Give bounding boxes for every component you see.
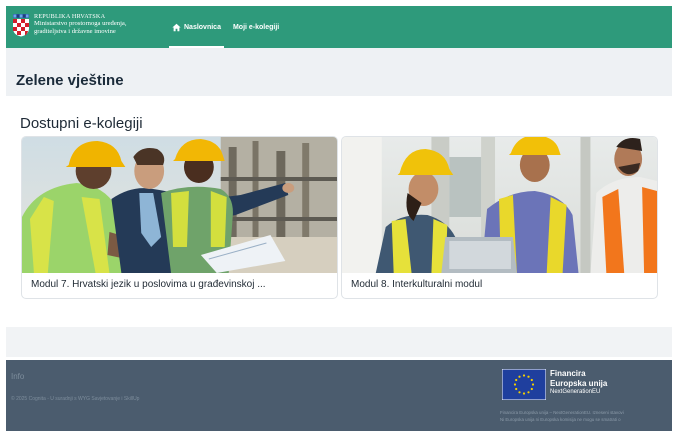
eu-disclaimer-line1: Financira Europska unija – NextGeneratio… <box>500 410 624 415</box>
brand-ministry-line2: graditeljstva i državne imovine <box>34 27 116 35</box>
footer-info-heading: Info <box>11 372 25 381</box>
course-title: Modul 7. Hrvatski jezik u poslovima u gr… <box>31 279 266 290</box>
nav-item-home[interactable]: Naslovnica <box>166 6 227 48</box>
eu-label-line2: Europska unija <box>550 378 608 388</box>
eu-disclaimer: Financira Europska unija – NextGeneratio… <box>500 410 624 423</box>
page-header: Zelene vještine <box>6 48 672 96</box>
eu-label-line3: NextGenerationEU <box>550 389 601 395</box>
page-title: Zelene vještine <box>16 72 124 89</box>
section-title: Dostupni e-kolegiji <box>20 115 143 132</box>
footer: Info © 2025 Cognita - U suradnji s WYG S… <box>6 360 672 431</box>
eu-funding-logo: Financira Europska unija NextGenerationE… <box>502 369 607 400</box>
course-title: Modul 8. Interkulturalni modul <box>351 279 483 290</box>
eu-disclaimer-line2: Ni Europska unija ni Europska komisija n… <box>500 416 621 422</box>
croatian-coat-of-arms-icon <box>13 14 29 37</box>
footer-copyright: © 2025 Cognita - U suradnji s WYG Savjet… <box>11 396 140 402</box>
brand-ministry-line1: Ministarstvo prostornoga uređenja, <box>34 20 127 28</box>
ministry-brand[interactable]: REPUBLIKA HRVATSKA Ministarstvo prostorn… <box>12 13 126 37</box>
top-navbar: REPUBLIKA HRVATSKA Ministarstvo prostorn… <box>6 6 672 48</box>
nav-my-courses-label: Moji e-kolegiji <box>232 23 280 31</box>
course-card[interactable]: Modul 7. Hrvatski jezik u poslovima u gr… <box>21 136 338 299</box>
course-image-team-with-laptop <box>342 137 657 273</box>
nav-home-label: Naslovnica <box>184 23 221 31</box>
brand-country: REPUBLIKA HRVATSKA <box>34 13 106 20</box>
content-bottom-band <box>6 327 672 357</box>
eu-flag-icon <box>502 369 546 400</box>
course-card[interactable]: Modul 8. Interkulturalni modul <box>341 136 658 299</box>
course-image-construction-workers <box>22 137 337 273</box>
main-nav: Naslovnica Moji e-kolegiji <box>166 6 285 48</box>
nav-item-my-courses[interactable]: Moji e-kolegiji <box>227 6 285 48</box>
home-icon <box>172 23 181 31</box>
eu-label-line1: Financira <box>550 369 586 378</box>
